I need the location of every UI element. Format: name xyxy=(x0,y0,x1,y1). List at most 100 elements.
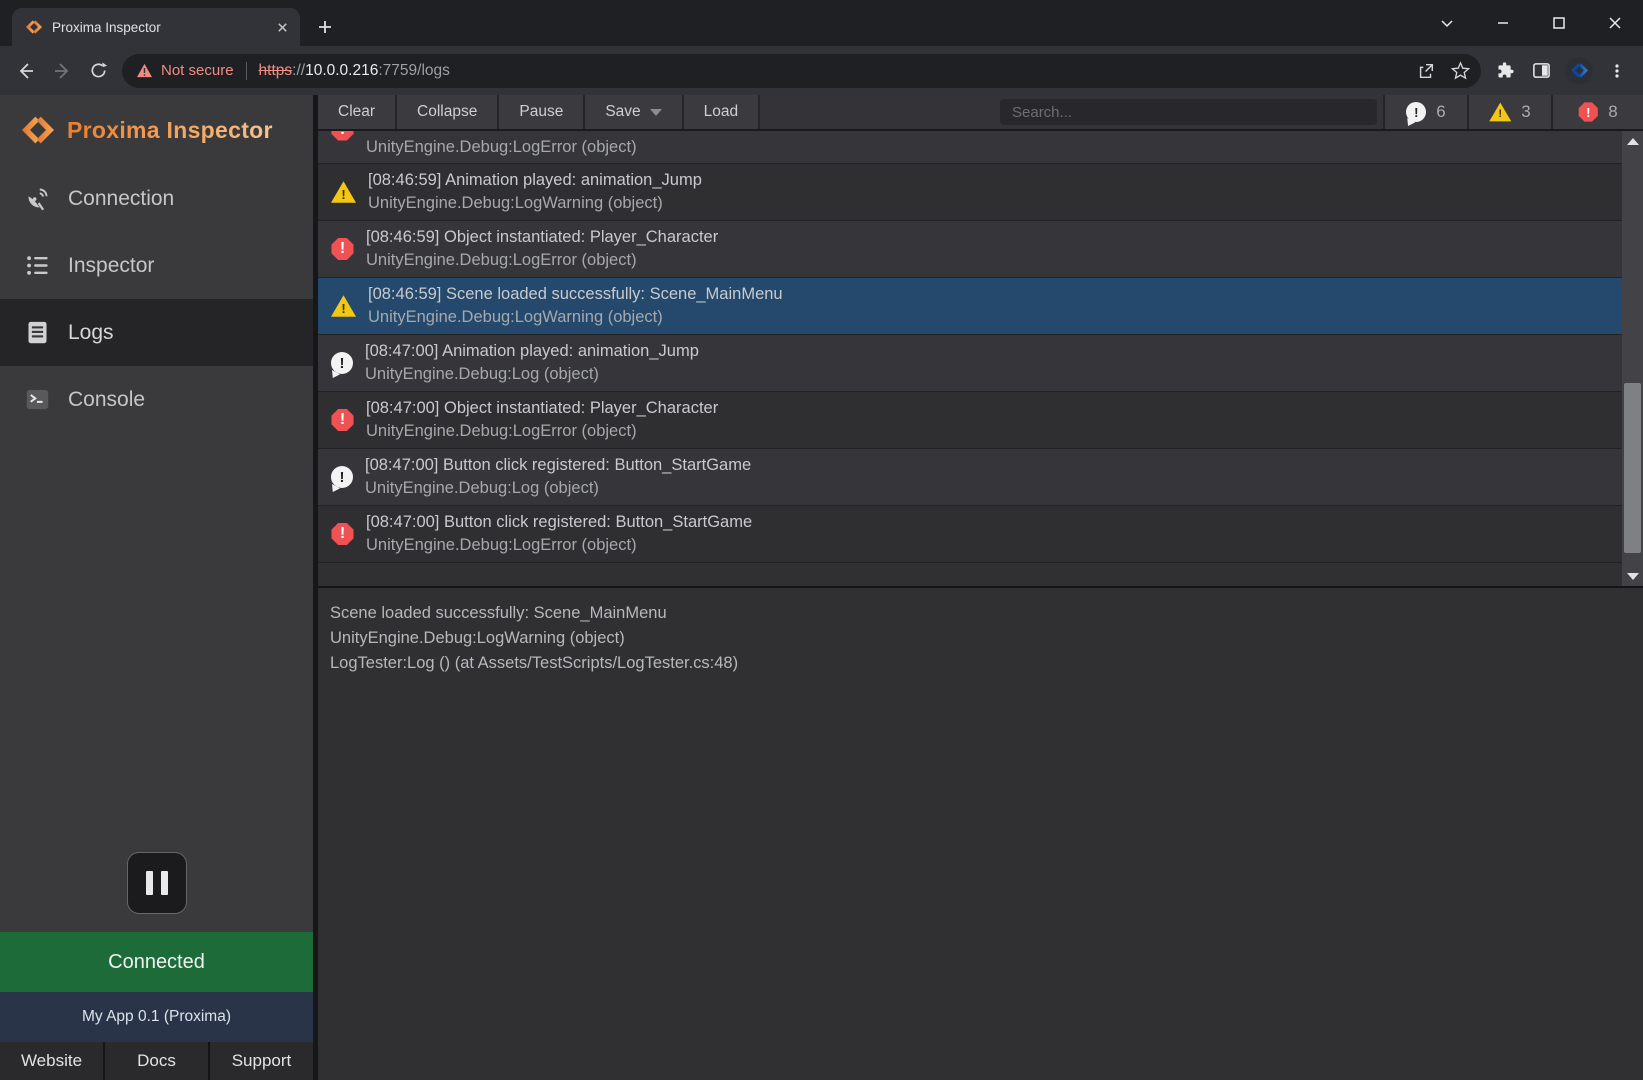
log-entry-text: [08:46:59] Animation played: animation_J… xyxy=(368,169,702,215)
browser-menu-dots-icon[interactable] xyxy=(1599,53,1635,89)
scroll-up-icon[interactable] xyxy=(1622,133,1643,149)
warning-icon xyxy=(331,295,356,318)
log-entry[interactable]: [08:47:00] Object instantiated: Player_C… xyxy=(318,392,1622,449)
browser-window: Proxima Inspector xyxy=(0,0,1643,1080)
tab-strip: Proxima Inspector xyxy=(0,0,1643,46)
pause-stream-button[interactable] xyxy=(127,852,187,914)
info-icon xyxy=(1406,102,1426,122)
log-message: [08:47:00] Animation played: animation_J… xyxy=(365,340,699,363)
error-icon xyxy=(331,238,354,261)
app-label: My App 0.1 (Proxima) xyxy=(0,992,313,1042)
log-source: UnityEngine.Debug:LogError (object) xyxy=(366,534,752,557)
clear-button[interactable]: Clear xyxy=(318,95,397,129)
warning-icon xyxy=(331,181,356,204)
log-source: UnityEngine.Debug:Log (object) xyxy=(365,477,751,500)
save-button[interactable]: Save xyxy=(585,95,683,129)
logs-panel: Clear Collapse Pause Save Load 6 3 8 xyxy=(313,95,1643,1080)
security-label[interactable]: Not secure xyxy=(161,62,234,79)
log-scrollbar[interactable] xyxy=(1622,131,1643,586)
log-entry[interactable]: [08:47:00] Button click registered: Butt… xyxy=(318,449,1622,506)
log-source: UnityEngine.Debug:LogError (object) xyxy=(366,136,637,159)
log-entry[interactable]: [08:47:00] Animation played: animation_J… xyxy=(318,335,1622,392)
error-filter-badge[interactable]: 8 xyxy=(1551,95,1643,129)
share-icon[interactable] xyxy=(1409,54,1443,88)
reload-icon[interactable] xyxy=(80,53,116,89)
connection-status-badge: Connected xyxy=(0,932,313,992)
new-tab-button[interactable] xyxy=(310,12,340,42)
detail-message: Scene loaded successfully: Scene_MainMen… xyxy=(330,601,1631,626)
log-message: [08:47:00] Button click registered: Butt… xyxy=(366,511,752,534)
log-message: [08:46:59] Object instantiated: Player_C… xyxy=(366,226,718,249)
log-entry[interactable]: UnityEngine.Debug:LogError (object) xyxy=(318,131,1622,164)
info-icon xyxy=(331,352,353,374)
log-message: [08:47:00] Object instantiated: Player_C… xyxy=(366,397,718,420)
save-dropdown-caret-icon[interactable] xyxy=(650,109,662,116)
log-source: UnityEngine.Debug:LogError (object) xyxy=(366,249,718,272)
footer-link-support[interactable]: Support xyxy=(208,1042,313,1080)
sidebar-item-label: Inspector xyxy=(68,254,154,278)
window-minimize-icon[interactable] xyxy=(1475,0,1531,46)
pause-button[interactable]: Pause xyxy=(499,95,585,129)
collapse-button[interactable]: Collapse xyxy=(397,95,499,129)
sidebar: Proxima Inspector Connection xyxy=(0,95,313,1080)
sidebar-item-console[interactable]: Console xyxy=(0,366,313,433)
extensions-puzzle-icon[interactable] xyxy=(1487,53,1523,89)
search-input[interactable] xyxy=(1000,99,1377,125)
profile-avatar[interactable] xyxy=(1565,57,1593,85)
log-list: UnityEngine.Debug:LogError (object) [08:… xyxy=(318,131,1643,588)
log-entry-text: [08:47:00] Animation played: animation_J… xyxy=(365,340,699,386)
app-logo: Proxima Inspector xyxy=(0,95,313,165)
info-count: 6 xyxy=(1436,102,1445,122)
load-button[interactable]: Load xyxy=(684,95,760,129)
window-close-icon[interactable] xyxy=(1587,0,1643,46)
address-bar[interactable]: Not secure https://10.0.0.216:7759/logs xyxy=(122,54,1481,88)
sidebar-item-connection[interactable]: Connection xyxy=(0,165,313,232)
window-maximize-icon[interactable] xyxy=(1531,0,1587,46)
list-icon xyxy=(24,252,51,279)
browser-tab[interactable]: Proxima Inspector xyxy=(12,8,300,46)
log-entry-text: [08:47:00] Object instantiated: Player_C… xyxy=(366,397,718,443)
tab-close-icon[interactable] xyxy=(275,20,290,35)
terminal-icon xyxy=(24,386,51,413)
app-title: Proxima Inspector xyxy=(67,117,273,144)
sidebar-item-logs[interactable]: Logs xyxy=(0,299,313,366)
log-detail-pane: Scene loaded successfully: Scene_MainMen… xyxy=(318,588,1643,1080)
back-icon[interactable] xyxy=(8,53,44,89)
scrollbar-thumb[interactable] xyxy=(1624,383,1641,553)
log-rows: UnityEngine.Debug:LogError (object) [08:… xyxy=(318,131,1622,563)
warning-icon xyxy=(1489,102,1511,122)
warning-count: 3 xyxy=(1521,102,1530,122)
url-text[interactable]: https://10.0.0.216:7759/logs xyxy=(259,62,450,80)
log-entry[interactable]: [08:47:00] Button click registered: Butt… xyxy=(318,506,1622,563)
log-entry-text: [08:46:59] Object instantiated: Player_C… xyxy=(366,226,718,272)
sidebar-item-inspector[interactable]: Inspector xyxy=(0,232,313,299)
log-entry-text: [08:47:00] Button click registered: Butt… xyxy=(366,511,752,557)
log-entry[interactable]: [08:46:59] Animation played: animation_J… xyxy=(318,164,1622,221)
browser-navbar: Not secure https://10.0.0.216:7759/logs xyxy=(0,46,1643,95)
sidebar-item-label: Logs xyxy=(68,321,114,345)
side-panel-icon[interactable] xyxy=(1523,53,1559,89)
log-entry[interactable]: [08:46:59] Scene loaded successfully: Sc… xyxy=(318,278,1622,335)
footer-link-website[interactable]: Website xyxy=(0,1042,103,1080)
tab-title: Proxima Inspector xyxy=(52,20,265,35)
info-filter-badge[interactable]: 6 xyxy=(1383,95,1467,129)
window-menu-chevron-icon[interactable] xyxy=(1419,0,1475,46)
log-message: [08:46:59] Scene loaded successfully: Sc… xyxy=(368,283,783,306)
detail-source: UnityEngine.Debug:LogWarning (object) xyxy=(330,626,1631,651)
url-host: 10.0.0.216 xyxy=(305,62,378,79)
log-entry-text: [08:46:59] Scene loaded successfully: Sc… xyxy=(368,283,783,329)
proxima-favicon-icon xyxy=(26,19,42,35)
window-controls xyxy=(1419,0,1643,46)
bookmark-star-icon[interactable] xyxy=(1443,54,1477,88)
document-icon xyxy=(24,319,51,346)
log-entry[interactable]: [08:46:59] Object instantiated: Player_C… xyxy=(318,221,1622,278)
not-secure-warning-icon[interactable] xyxy=(136,63,153,78)
sidebar-item-label: Connection xyxy=(68,187,174,211)
log-message: [08:46:59] Animation played: animation_J… xyxy=(368,169,702,192)
forward-icon[interactable] xyxy=(44,53,80,89)
scroll-down-icon[interactable] xyxy=(1622,568,1643,584)
error-icon xyxy=(331,409,354,432)
warning-filter-badge[interactable]: 3 xyxy=(1467,95,1551,129)
footer-link-docs[interactable]: Docs xyxy=(103,1042,208,1080)
log-source: UnityEngine.Debug:LogError (object) xyxy=(366,420,718,443)
